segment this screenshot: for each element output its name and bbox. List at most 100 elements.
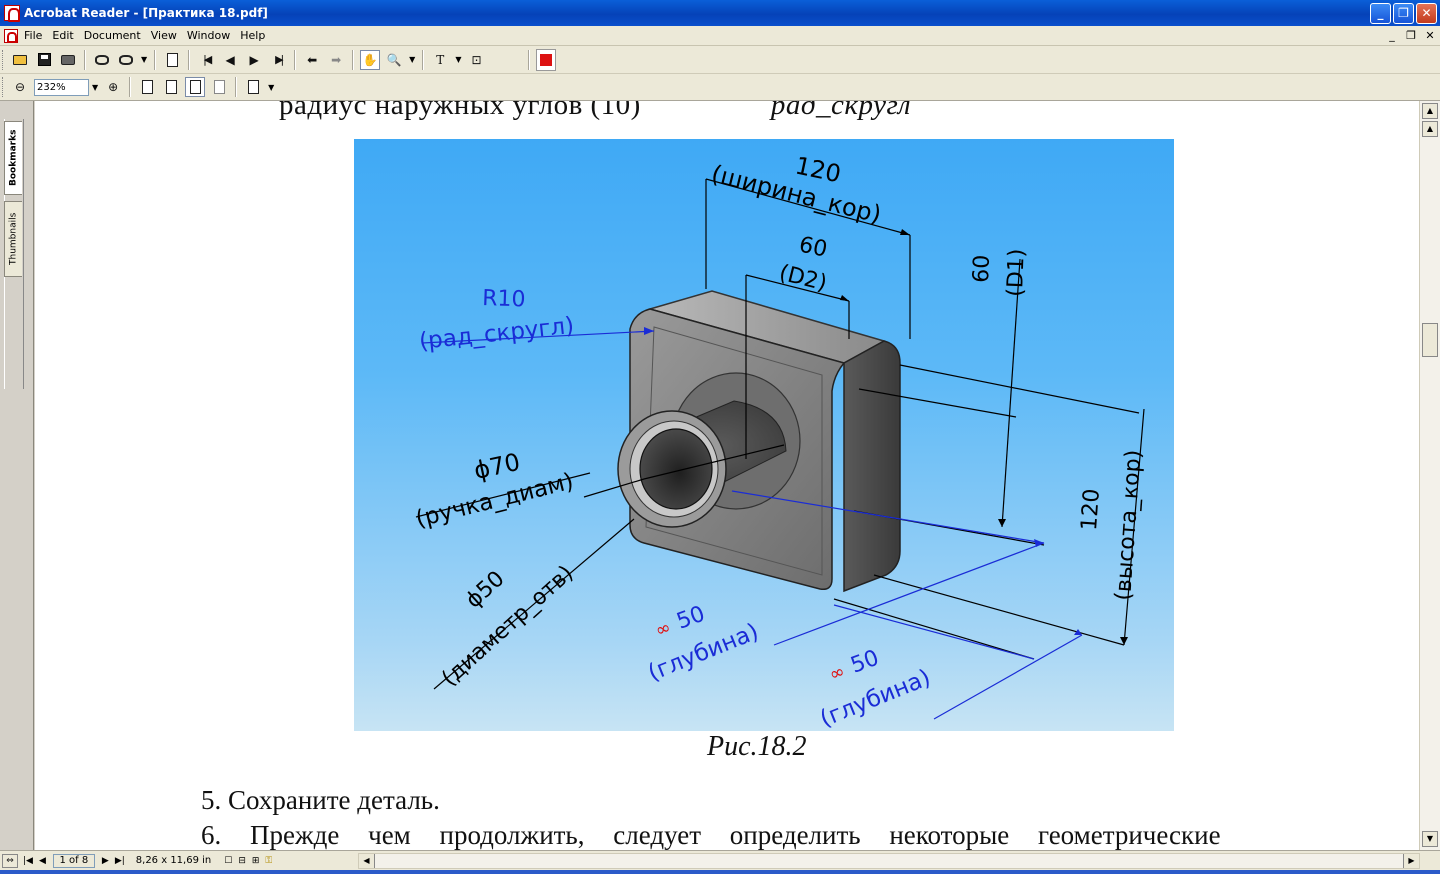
toolbar-separator: [235, 77, 238, 97]
status-bar: ⇔ |◀ ◀ 1 of 8 ▶ ▶| 8,26 x 11,69 in ☐ ⊟ ⊞…: [0, 850, 1440, 870]
link-icon-2: ∞: [827, 661, 848, 686]
tab-bookmarks[interactable]: Bookmarks: [4, 121, 22, 195]
go-forward-button[interactable]: ➡: [326, 50, 346, 70]
vertical-scroll-thumb[interactable]: [1422, 323, 1438, 357]
title-bar: Acrobat Reader - [Практика 18.pdf] _ ❐ ✕: [0, 0, 1440, 26]
fit-page-button[interactable]: [161, 77, 181, 97]
dim-handle-value: ϕ70: [471, 448, 522, 485]
dim-d2-name: (D2): [777, 261, 830, 297]
zoom-level-field[interactable]: 232%: [34, 78, 89, 96]
last-page-button[interactable]: ▶|: [268, 50, 288, 70]
scroll-left-arrow-icon[interactable]: ◀: [359, 854, 375, 868]
doc-close-button[interactable]: ✕: [1422, 29, 1438, 43]
scroll-up-arrow-icon[interactable]: ▲: [1422, 103, 1438, 119]
menu-bar: File Edit Document View Window Help _ ❐ …: [0, 26, 1440, 46]
binoculars-icon: [95, 54, 109, 65]
dim-radius-value: R10: [482, 286, 526, 312]
window-title: Acrobat Reader - [Практика 18.pdf]: [24, 6, 268, 20]
previous-line-left: радиус наружных углов (10): [279, 101, 641, 121]
continuous-layout-icon[interactable]: ⊟: [238, 856, 246, 866]
open-button[interactable]: [10, 50, 30, 70]
toolbar-separator: [129, 77, 132, 97]
toolbar-grip[interactable]: [2, 49, 5, 70]
status-prev-page-button[interactable]: ◀: [39, 856, 46, 866]
open-folder-icon: [13, 54, 27, 65]
adobe-online-button[interactable]: [536, 48, 557, 71]
save-button[interactable]: [34, 50, 54, 70]
page-number-field[interactable]: 1 of 8: [52, 853, 95, 868]
document-icon[interactable]: [4, 28, 18, 43]
facing-layout-icon[interactable]: ⊞: [252, 856, 260, 866]
graphics-select-tool-button[interactable]: ⊡: [466, 50, 486, 70]
search-binoculars-icon: [119, 54, 133, 65]
search-button[interactable]: [116, 50, 136, 70]
tab-thumbnails[interactable]: Thumbnails: [4, 201, 22, 277]
rotate-view-button[interactable]: [243, 77, 263, 97]
previous-page-button[interactable]: ◀: [220, 50, 240, 70]
rotate-dropdown-icon[interactable]: ▼: [268, 83, 274, 92]
print-button[interactable]: [58, 50, 78, 70]
figure-caption: Рис.18.2: [707, 731, 807, 762]
zoom-level-dropdown-icon[interactable]: ▼: [92, 83, 98, 92]
scroll-page-up-icon[interactable]: ▲: [1422, 121, 1438, 137]
fit-width-button[interactable]: [185, 77, 206, 97]
toolbar-separator: [188, 49, 191, 70]
text-select-dropdown-icon[interactable]: ▼: [455, 55, 461, 64]
status-next-page-button[interactable]: ▶: [102, 856, 109, 866]
split-handle-icon[interactable]: ⇔: [2, 853, 18, 868]
step-6-text: 6. Прежде чем продолжить, следует опреде…: [201, 820, 1221, 850]
scroll-down-arrow-icon[interactable]: ▼: [1422, 831, 1438, 847]
dim-depth1-value: 50: [674, 602, 709, 635]
go-back-button[interactable]: ⬅: [302, 50, 322, 70]
zoom-out-button[interactable]: ⊖: [10, 77, 30, 97]
toolbar-grip[interactable]: [2, 77, 5, 97]
search-dropdown-icon[interactable]: ▼: [141, 55, 147, 64]
main-toolbar: ▼ |◀ ◀ ▶ ▶| ⬅ ➡ ✋ 🔍 ▼ T ▼ ⊡: [0, 46, 1440, 74]
fit-visible-icon: [213, 80, 225, 94]
first-page-button[interactable]: |◀: [196, 50, 216, 70]
zoom-tool-button[interactable]: 🔍: [384, 50, 404, 70]
menu-help[interactable]: Help: [240, 29, 265, 42]
toolbar-separator: [294, 49, 297, 70]
dim-d1-value: 60: [969, 254, 995, 283]
doc-minimize-button[interactable]: _: [1384, 29, 1400, 43]
handle-hole: [639, 428, 713, 510]
adobe-logo-icon: [536, 48, 557, 71]
menu-view[interactable]: View: [151, 29, 177, 42]
fit-visible-button[interactable]: [209, 77, 229, 97]
dim-depth2-value: 50: [848, 646, 883, 679]
actual-size-button[interactable]: [137, 77, 157, 97]
vertical-scrollbar[interactable]: ▲ ▲ ▼: [1419, 101, 1440, 850]
actual-size-icon: [141, 80, 153, 94]
previous-line-right: рад_скругл: [770, 101, 912, 121]
acrobat-app-icon[interactable]: [4, 5, 20, 22]
next-page-button[interactable]: ▶: [244, 50, 264, 70]
status-last-page-button[interactable]: ▶|: [115, 856, 125, 866]
dim-radius-name: (рад_скругл): [418, 313, 575, 355]
scroll-right-arrow-icon[interactable]: ▶: [1403, 854, 1419, 868]
view-toolbar: ⊖ 232% ▼ ⊕ ▼: [0, 74, 1440, 101]
maximize-button[interactable]: ❐: [1393, 3, 1414, 24]
show-hide-nav-button[interactable]: [162, 50, 182, 70]
zoom-tool-dropdown-icon[interactable]: ▼: [409, 55, 415, 64]
minimize-button[interactable]: _: [1370, 3, 1391, 24]
zoom-in-button[interactable]: ⊕: [103, 77, 123, 97]
document-view[interactable]: радиус наружных углов (10) рад_скругл 12…: [35, 101, 1419, 850]
close-button[interactable]: ✕: [1416, 3, 1437, 24]
fit-page-icon: [165, 80, 177, 94]
single-page-layout-icon[interactable]: ☐: [224, 856, 232, 866]
block-side-face: [843, 340, 901, 593]
menu-document[interactable]: Document: [84, 29, 141, 42]
horizontal-scrollbar[interactable]: ◀ ▶: [358, 853, 1420, 869]
doc-restore-button[interactable]: ❐: [1403, 29, 1419, 43]
find-button[interactable]: [92, 50, 112, 70]
text-select-tool-button[interactable]: T: [430, 50, 450, 70]
rotate-icon: [247, 80, 259, 94]
menu-edit[interactable]: Edit: [52, 29, 73, 42]
status-first-page-button[interactable]: |◀: [23, 856, 33, 866]
key-icon[interactable]: ⚿: [265, 856, 272, 866]
menu-file[interactable]: File: [24, 29, 42, 42]
save-disk-icon: [37, 53, 51, 66]
hand-tool-button[interactable]: ✋: [360, 49, 381, 70]
menu-window[interactable]: Window: [187, 29, 230, 42]
